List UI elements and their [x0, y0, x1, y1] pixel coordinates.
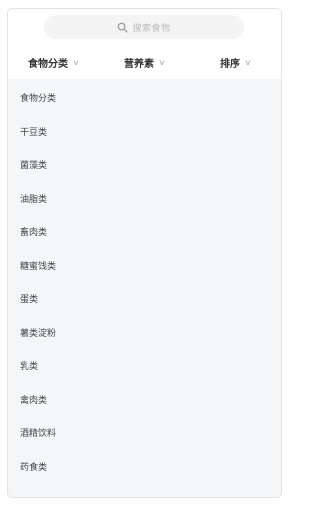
- chevron-down-icon: ∨: [158, 57, 166, 67]
- category-item[interactable]: 糖蜜饯类: [8, 251, 281, 285]
- filter-bar: 食物分类 ∨ 营养素 ∨ 排序 ∨: [8, 45, 281, 79]
- category-item[interactable]: 食物分类: [8, 83, 281, 117]
- category-item[interactable]: 干豆类: [8, 117, 281, 151]
- category-item[interactable]: 蛋类: [8, 284, 281, 318]
- chevron-down-icon: ∨: [72, 57, 80, 67]
- category-item[interactable]: 油脂类: [8, 184, 281, 218]
- filter-label: 食物分类: [28, 58, 68, 70]
- header: 搜索食物 食物分类 ∨ 营养素 ∨ 排序 ∨: [8, 9, 281, 79]
- search-icon: [118, 22, 129, 33]
- category-item[interactable]: 薯类淀粉: [8, 318, 281, 352]
- search-placeholder: 搜索食物: [132, 23, 171, 34]
- category-item[interactable]: 乳类: [8, 351, 281, 385]
- filter-label: 排序: [220, 58, 240, 70]
- food-filter-panel: 搜索食物 食物分类 ∨ 营养素 ∨ 排序 ∨ 食物分类 干豆类 菌藻类 油脂类 …: [7, 8, 282, 498]
- category-item[interactable]: 菌藻类: [8, 150, 281, 184]
- category-item[interactable]: 畜肉类: [8, 217, 281, 251]
- search-input[interactable]: 搜索食物: [44, 15, 244, 39]
- category-list: 食物分类 干豆类 菌藻类 油脂类 畜肉类 糖蜜饯类 蛋类 薯类淀粉 乳类 禽肉类…: [8, 83, 281, 485]
- filter-sort[interactable]: 排序 ∨: [220, 55, 252, 70]
- filter-nutrient[interactable]: 营养素 ∨: [124, 55, 166, 70]
- filter-food-category[interactable]: 食物分类 ∨: [28, 55, 80, 70]
- category-item[interactable]: 酒精饮料: [8, 418, 281, 452]
- chevron-down-icon: ∨: [244, 57, 252, 67]
- category-item[interactable]: 禽肉类: [8, 385, 281, 419]
- filter-label: 营养素: [124, 58, 154, 70]
- category-item[interactable]: 药食类: [8, 452, 281, 486]
